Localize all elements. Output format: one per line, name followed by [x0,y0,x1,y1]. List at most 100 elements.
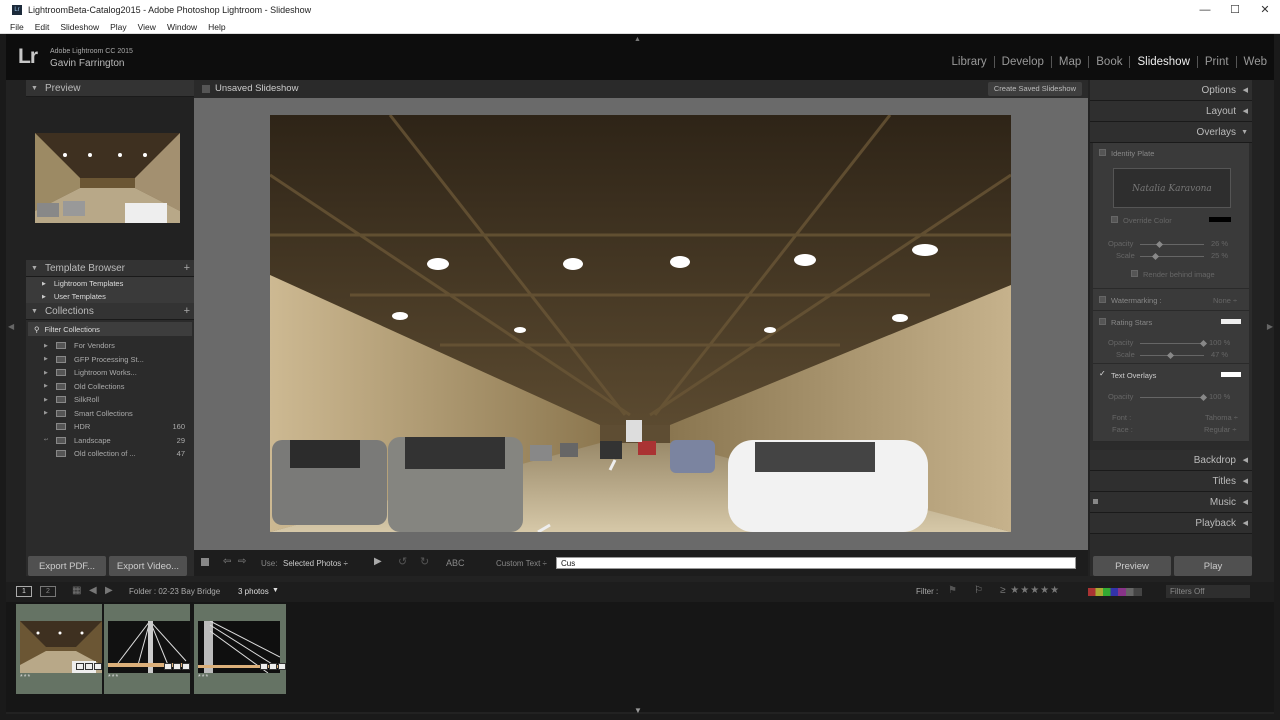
export-pdf-button[interactable]: Export PDF... [28,556,106,576]
collections-header[interactable]: ▼ Collections + [26,303,194,320]
collection-item[interactable]: ▶ GFP Processing St... [26,353,194,367]
module-book[interactable]: Book [1088,56,1129,68]
slider-knob[interactable] [1155,240,1164,249]
identity-opacity-slider[interactable] [1140,244,1204,245]
export-video-button[interactable]: Export Video... [109,556,187,576]
photo-count[interactable]: 3 photos [238,587,269,596]
slider-knob[interactable] [1151,252,1160,261]
primary-window-button[interactable]: 1 [16,586,32,597]
top-panel-arrow-icon[interactable]: ▲ [634,36,641,43]
filter-collections-input[interactable]: ⚲ Filter Collections [28,322,192,336]
play-icon[interactable]: ▶ [374,556,382,567]
preview-header[interactable]: ▼ Preview [26,80,194,97]
render-behind-checkbox[interactable] [1131,270,1138,277]
identity-scale-slider[interactable] [1140,256,1204,257]
use-dropdown[interactable]: Selected Photos ÷ [283,559,348,568]
stars-scale-value[interactable]: 47 % [1211,350,1228,359]
text-opacity-value[interactable]: 100 % [1209,392,1230,401]
filters-off-dropdown[interactable]: Filters Off [1166,585,1250,598]
filmstrip-thumbnail-2[interactable]: *** [104,604,190,694]
identity-plate-preview[interactable]: Natalia Karavona [1113,168,1231,208]
module-print[interactable]: Print [1196,56,1236,68]
watermark-checkbox[interactable] [1099,296,1106,303]
text-opacity-slider[interactable] [1140,397,1204,398]
photo-count-dropdown-icon[interactable]: ▼ [272,587,279,594]
rating-stars-color-swatch[interactable] [1221,319,1241,324]
template-folder-lightroom[interactable]: ▶ Lightroom Templates [26,277,194,290]
color-label-filter[interactable] [1088,588,1142,596]
next-slide-icon[interactable]: ⇨ [238,556,246,567]
menu-view[interactable]: View [138,22,156,32]
music-toggle-icon[interactable] [1093,499,1098,504]
stop-icon[interactable] [201,558,209,566]
right-panel-arrow-icon[interactable]: ▶ [1267,322,1273,331]
backdrop-header[interactable]: Backdrop ◀ [1090,450,1252,471]
folder-source[interactable]: Folder : 02-23 Bay Bridge [129,587,220,596]
add-text-overlay-button[interactable]: ABC [446,558,465,568]
template-browser-header[interactable]: ▼ Template Browser + [26,260,194,277]
menu-slideshow[interactable]: Slideshow [60,22,99,32]
slider-knob[interactable] [1166,351,1175,360]
collection-item[interactable]: ↩ Landscape 29 [26,434,194,448]
collection-item[interactable]: HDR 160 [26,420,194,434]
watermark-dropdown[interactable]: None ÷ [1213,296,1237,305]
module-slideshow[interactable]: Slideshow [1129,56,1196,68]
titles-header[interactable]: Titles ◀ [1090,471,1252,492]
text-overlays-checkmark-icon[interactable]: ✓ [1099,369,1106,378]
play-button[interactable]: Play [1174,556,1252,576]
collection-item[interactable]: ▶ SilkRoll [26,393,194,407]
collection-item[interactable]: ▶ For Vendors [26,339,194,353]
options-header[interactable]: Options ◀ [1090,80,1252,101]
previous-slide-icon[interactable]: ⇦ [223,556,231,567]
secondary-window-button[interactable]: 2 [40,586,56,597]
override-color-checkbox[interactable] [1111,216,1118,223]
font-dropdown[interactable]: Tahoma ÷ [1205,413,1238,422]
collection-item[interactable]: Old collection of ... 47 [26,447,194,461]
face-dropdown[interactable]: Regular ÷ [1204,425,1236,434]
module-develop[interactable]: Develop [993,56,1051,68]
slide-image[interactable] [270,115,1011,532]
slideshow-checkbox[interactable] [202,85,210,93]
collection-item[interactable]: ▶ Old Collections [26,380,194,394]
filmstrip-thumbnail-3[interactable]: *** [194,604,286,694]
playback-header[interactable]: Playback ◀ [1090,513,1252,534]
template-folder-user[interactable]: ▶ User Templates [26,290,194,303]
custom-text-dropdown[interactable]: Custom Text ÷ [496,559,547,568]
slider-knob[interactable] [1199,339,1208,348]
minimize-button[interactable]: — [1190,0,1220,20]
add-collection-icon[interactable]: + [184,305,190,317]
flag-filter-icon[interactable]: ⚑ [948,585,957,596]
menu-file[interactable]: File [10,22,24,32]
forward-arrow-icon[interactable]: ▶ [105,585,113,596]
collection-item[interactable]: ▶ Lightroom Works... [26,366,194,380]
music-header[interactable]: Music ◀ [1090,492,1252,513]
menu-window[interactable]: Window [167,22,197,32]
identity-plate-checkbox[interactable] [1099,149,1106,156]
custom-text-input[interactable]: Cus [556,557,1076,569]
back-arrow-icon[interactable]: ◀ [89,585,97,596]
slider-knob[interactable] [1199,393,1208,402]
module-map[interactable]: Map [1050,56,1088,68]
menu-edit[interactable]: Edit [35,22,50,32]
bottom-panel-arrow-icon[interactable]: ▼ [634,706,642,715]
collection-item[interactable]: ▶ Smart Collections [26,407,194,421]
star-rating-filter[interactable]: ≥ ★★★★★ [1000,585,1060,596]
module-web[interactable]: Web [1235,56,1274,68]
maximize-button[interactable]: ☐ [1220,0,1250,20]
create-saved-slideshow-button[interactable]: Create Saved Slideshow [987,82,1082,96]
add-template-icon[interactable]: + [184,262,190,274]
identity-opacity-value[interactable]: 26 % [1211,239,1228,248]
filmstrip-thumbnail-1[interactable]: *** [16,604,102,694]
menu-help[interactable]: Help [208,22,225,32]
stars-opacity-value[interactable]: 100 % [1209,338,1230,347]
stars-opacity-slider[interactable] [1140,343,1204,344]
overlays-header[interactable]: Overlays ▼ [1090,122,1252,143]
preview-button[interactable]: Preview [1093,556,1171,576]
reject-filter-icon[interactable]: ⚐ [974,585,983,596]
rating-stars-checkbox[interactable] [1099,318,1106,325]
grid-view-icon[interactable]: ▦ [72,585,81,596]
left-panel-arrow-icon[interactable]: ◀ [8,322,14,331]
layout-header[interactable]: Layout ◀ [1090,101,1252,122]
menu-play[interactable]: Play [110,22,127,32]
override-color-swatch[interactable] [1209,217,1231,222]
